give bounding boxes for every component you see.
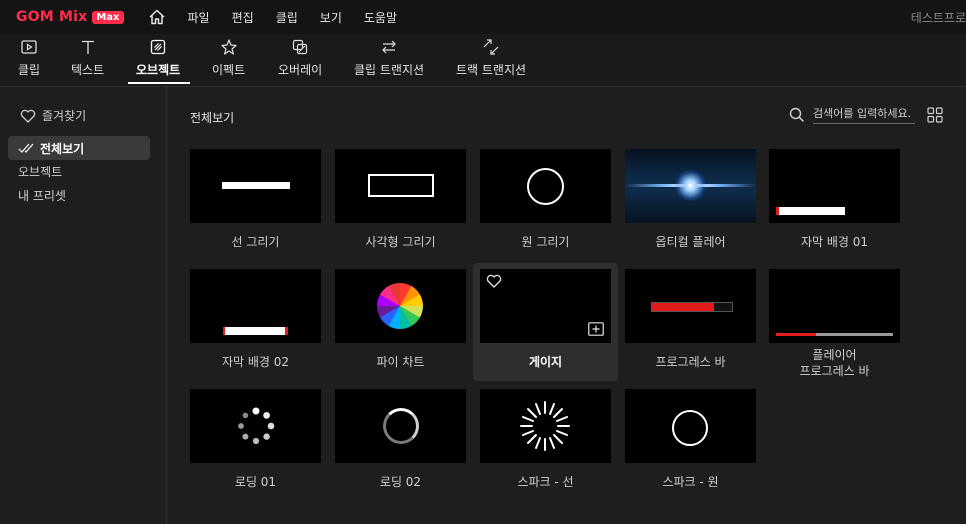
- object-card[interactable]: 프로그레스 바: [625, 269, 756, 370]
- effect-icon: [220, 39, 237, 55]
- card-label: 옵티컬 플레어: [655, 235, 726, 249]
- search-icon[interactable]: [789, 107, 805, 123]
- project-name: 테스트프로: [910, 11, 966, 25]
- tab-effect[interactable]: 이펙트: [212, 38, 245, 78]
- object-card[interactable]: 플레이어 프로그레스 바: [769, 269, 900, 379]
- tab-clip-transition[interactable]: 클립 트랜지션: [354, 38, 424, 78]
- object-card[interactable]: 파이 차트: [335, 269, 466, 370]
- track-transition-icon: [483, 39, 499, 55]
- menu-bar: GOM Mix Max 파일 편집 클립 보기 도움말 테스트프로: [0, 0, 966, 34]
- object-card[interactable]: 선 그리기: [190, 149, 321, 250]
- card-label: 게이지: [528, 355, 563, 369]
- object-icon: [150, 39, 166, 55]
- pie-chart-thumbnail: [377, 283, 423, 329]
- object-card[interactable]: 자막 배경 02: [190, 269, 321, 370]
- card-thumbnail: [769, 269, 900, 343]
- object-card[interactable]: 자막 배경 01: [769, 149, 900, 250]
- favorites-item[interactable]: 즐겨찾기: [20, 107, 86, 124]
- card-label: 플레이어 프로그레스 바: [799, 348, 870, 378]
- app-logo: GOM Mix Max: [16, 9, 124, 25]
- object-card-selected[interactable]: 게이지: [480, 269, 611, 370]
- object-card[interactable]: 로딩 02: [335, 389, 466, 490]
- card-label: 스파크 - 원: [662, 475, 719, 489]
- add-icon[interactable]: [588, 322, 604, 336]
- page-title: 전체보기: [190, 111, 235, 125]
- card-thumbnail: [769, 149, 900, 223]
- menu-clip[interactable]: 클립: [276, 9, 298, 26]
- card-label: 원 그리기: [521, 235, 570, 249]
- card-thumbnail: [335, 269, 466, 343]
- loading-ring-icon: [383, 408, 419, 444]
- menu-help[interactable]: 도움말: [364, 9, 397, 26]
- sidebar-item-object[interactable]: 오브젝트: [8, 159, 150, 183]
- sidebar-item-all[interactable]: 전체보기: [8, 136, 150, 160]
- card-label: 선 그리기: [231, 235, 280, 249]
- spark-lines-icon: [520, 401, 570, 451]
- loading-dots-icon: [238, 407, 275, 445]
- card-thumbnail: [190, 389, 321, 463]
- sidebar: 즐겨찾기 전체보기 오브젝트 내 프리셋: [0, 87, 167, 524]
- search-input[interactable]: 검색어를 입력하세요.: [813, 105, 915, 124]
- card-label: 스파크 - 선: [517, 475, 574, 489]
- category-toolbar: 클립 텍스트 오브젝트 이펙트 오버레이 클립 트랜지션 트랙 트랜지션: [0, 34, 966, 87]
- card-thumbnail: [335, 389, 466, 463]
- heart-icon: [20, 109, 36, 123]
- content-area: 전체보기 검색어를 입력하세요. 선 그리기 사각형 그리기 원 그리기 옵티컬…: [167, 87, 966, 524]
- object-card[interactable]: 스파크 - 선: [480, 389, 611, 490]
- logo-text: GOM Mix: [16, 9, 88, 25]
- card-label: 파이 차트: [376, 355, 425, 369]
- clip-icon: [21, 40, 37, 54]
- card-thumbnail: [625, 269, 756, 343]
- card-thumbnail: [625, 149, 756, 223]
- overlay-icon: [292, 39, 308, 55]
- card-label: 로딩 02: [379, 475, 422, 489]
- object-card[interactable]: 원 그리기: [480, 149, 611, 250]
- card-thumbnail: [625, 389, 756, 463]
- card-label: 로딩 01: [234, 475, 277, 489]
- grid-view-icon[interactable]: [927, 107, 943, 126]
- tab-object[interactable]: 오브젝트: [136, 38, 180, 78]
- object-card[interactable]: 옵티컬 플레어: [625, 149, 756, 250]
- tab-track-transition[interactable]: 트랙 트랜지션: [456, 38, 526, 78]
- text-icon: [81, 40, 94, 54]
- home-icon[interactable]: [148, 8, 166, 26]
- menu-edit[interactable]: 편집: [232, 9, 254, 26]
- clip-transition-icon: [382, 40, 396, 54]
- card-thumbnail: [480, 389, 611, 463]
- tab-clip[interactable]: 클립: [18, 38, 40, 78]
- object-card[interactable]: 스파크 - 원: [625, 389, 756, 490]
- card-thumbnail: [480, 269, 611, 343]
- card-thumbnail: [480, 149, 611, 223]
- heart-icon[interactable]: [486, 274, 502, 288]
- card-label: 자막 배경 01: [800, 235, 869, 249]
- logo-badge: Max: [92, 10, 124, 24]
- tab-text[interactable]: 텍스트: [71, 38, 104, 78]
- card-thumbnail: [335, 149, 466, 223]
- card-label: 자막 배경 02: [221, 355, 290, 369]
- card-thumbnail: [190, 269, 321, 343]
- card-label: 사각형 그리기: [365, 235, 436, 249]
- active-tab-indicator: [128, 82, 190, 84]
- card-thumbnail: [190, 149, 321, 223]
- object-card[interactable]: 사각형 그리기: [335, 149, 466, 250]
- object-card[interactable]: 로딩 01: [190, 389, 321, 490]
- menu-view[interactable]: 보기: [320, 9, 342, 26]
- sidebar-item-my-preset[interactable]: 내 프리셋: [8, 183, 150, 207]
- tab-overlay[interactable]: 오버레이: [278, 38, 322, 78]
- check-icon: [18, 143, 34, 153]
- card-label: 프로그레스 바: [655, 355, 726, 369]
- search-box[interactable]: 검색어를 입력하세요.: [789, 105, 915, 124]
- menu-file[interactable]: 파일: [188, 9, 210, 26]
